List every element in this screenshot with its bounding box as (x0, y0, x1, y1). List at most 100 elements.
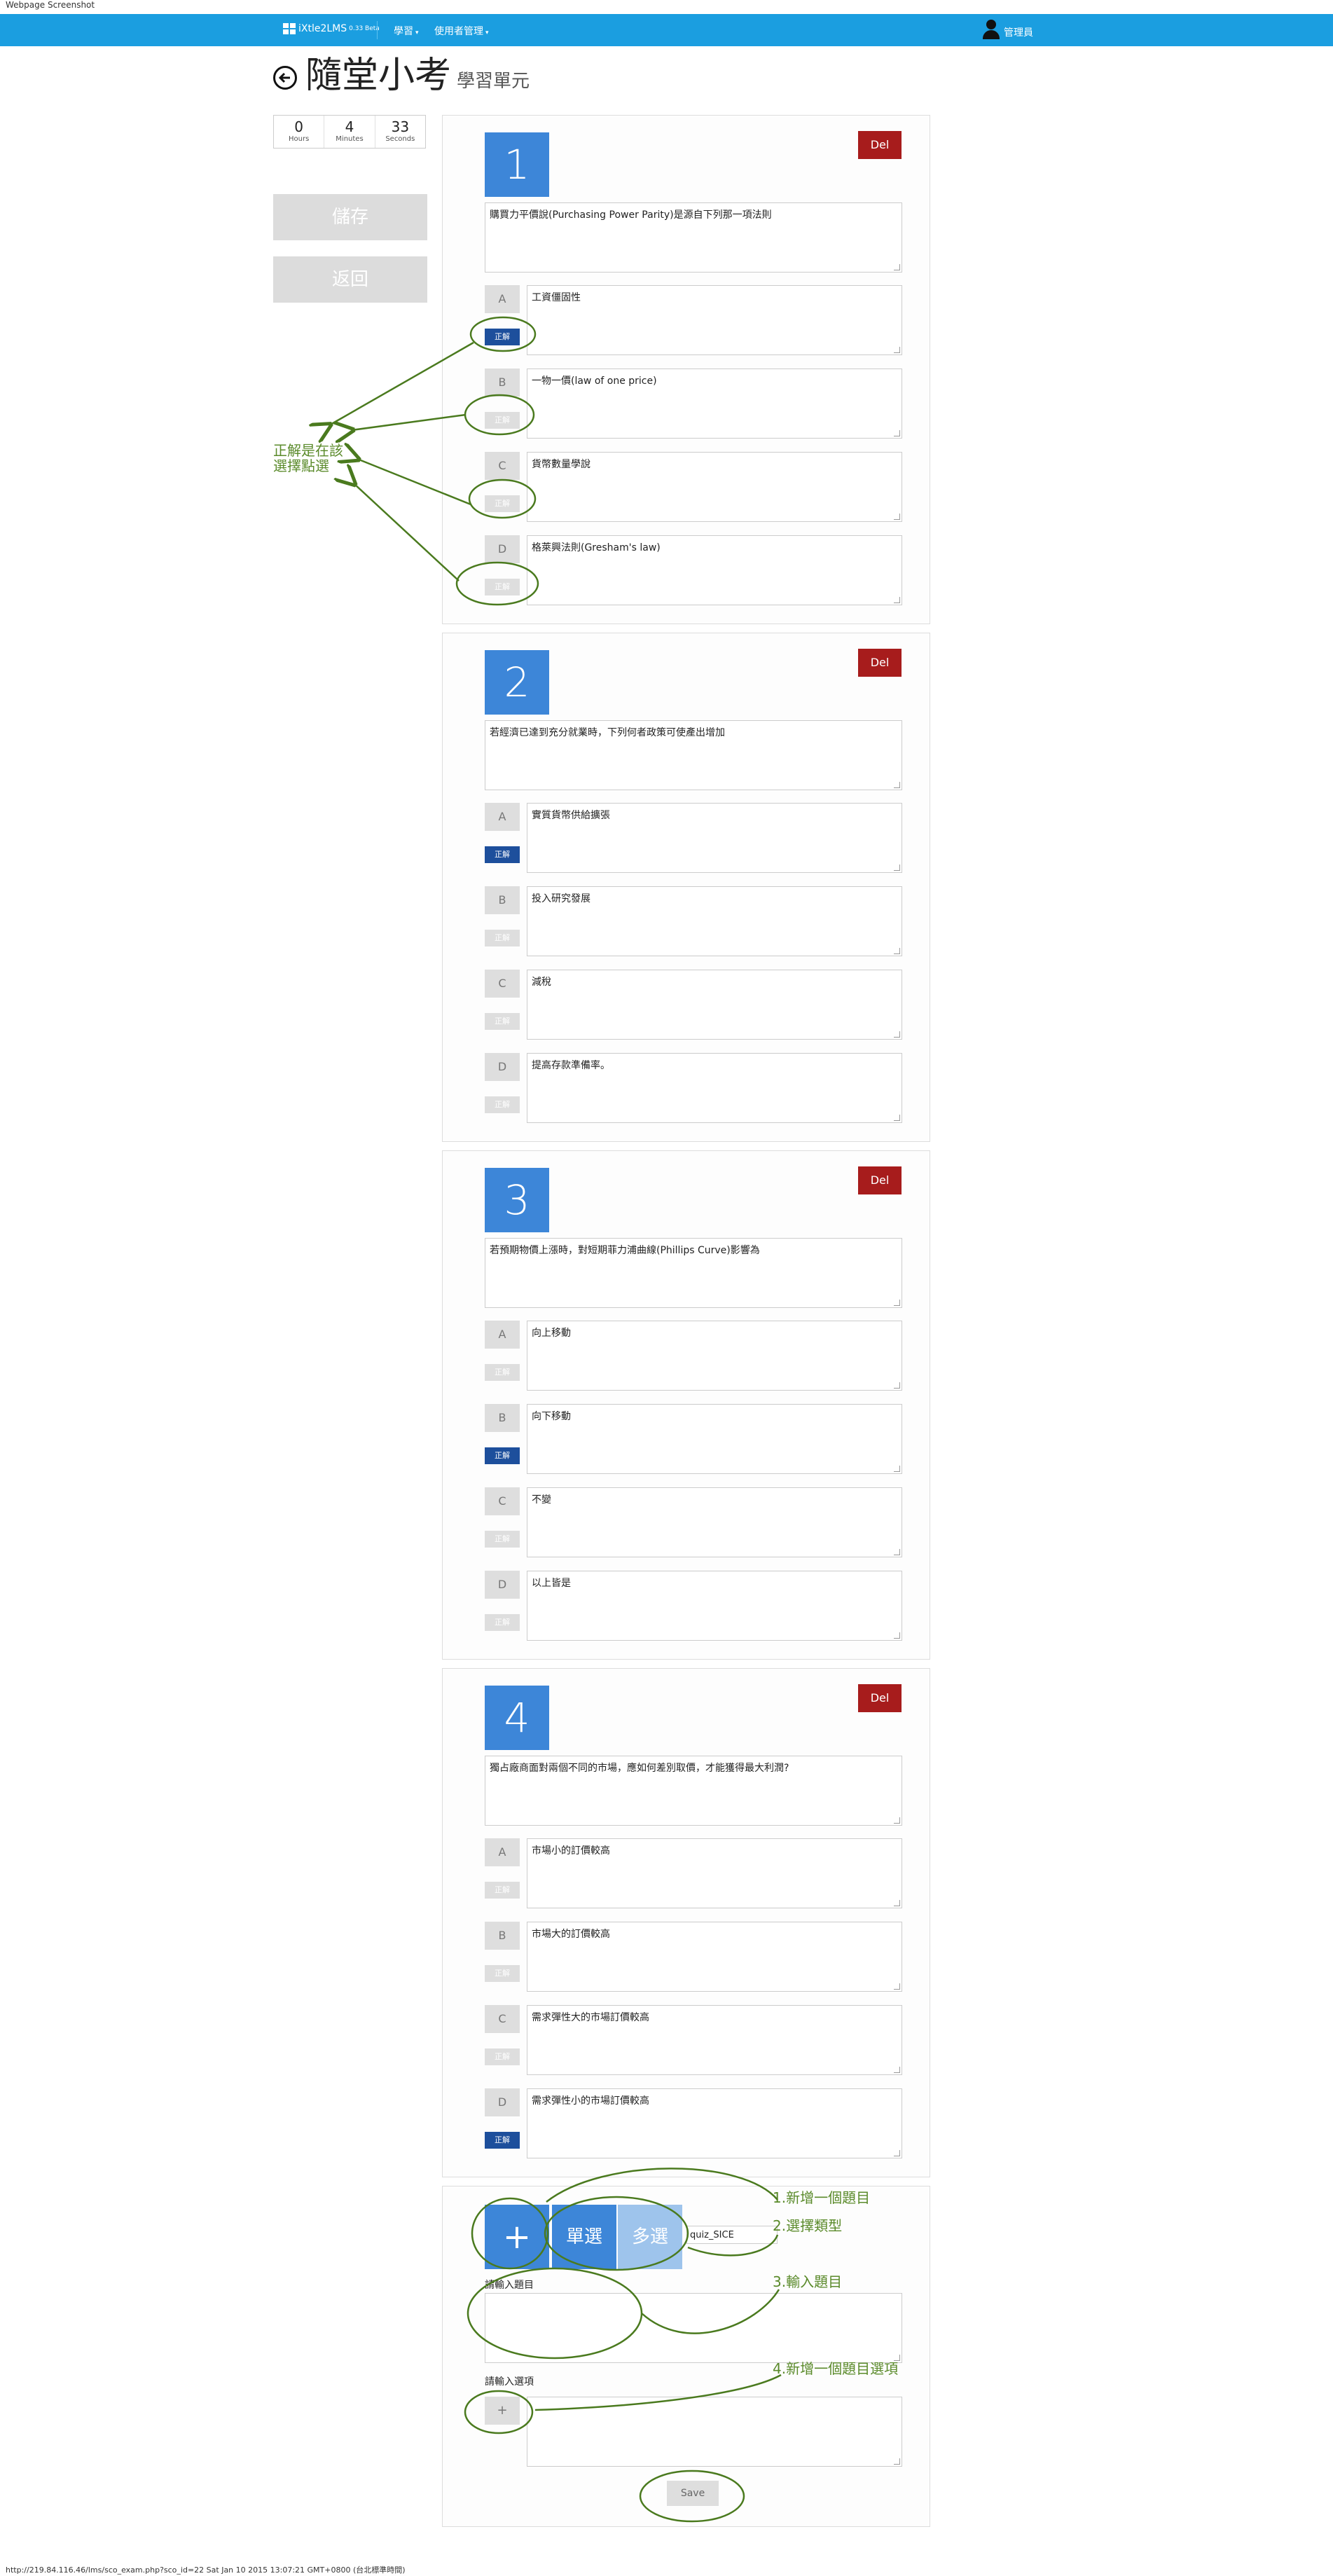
correct-answer-button[interactable]: 正解 (485, 846, 520, 863)
save-question-button[interactable]: Save (667, 2481, 719, 2506)
timer-hours: 0 Hours (274, 116, 325, 148)
resize-handle-icon[interactable] (894, 1382, 900, 1389)
annotation-step-1: 1.新增一個題目 (773, 2189, 871, 2206)
resize-handle-icon[interactable] (894, 1300, 900, 1306)
correct-answer-button[interactable]: 正解 (485, 1013, 520, 1030)
correct-answer-button[interactable]: 正解 (485, 329, 520, 345)
single-choice-button[interactable]: 單選 (552, 2205, 616, 2269)
back-arrow-icon[interactable] (273, 66, 297, 90)
correct-answer-button[interactable]: 正解 (485, 1364, 520, 1381)
resize-handle-icon[interactable] (894, 1632, 900, 1639)
option-text-area[interactable]: 提高存款準備率。 (527, 1053, 902, 1123)
question-text-area[interactable]: 若預期物價上漲時，對短期菲力浦曲線(Phillips Curve)影響為 (485, 1238, 902, 1308)
correct-answer-button[interactable]: 正解 (485, 1614, 520, 1631)
option-text-area[interactable]: 向上移動 (527, 1321, 902, 1391)
question-number: 4 (485, 1686, 549, 1750)
countdown-timer: 0 Hours 4 Minutes 33 Seconds (273, 115, 426, 149)
resize-handle-icon[interactable] (894, 1817, 900, 1824)
annotation-step-2: 2.選擇類型 (773, 2217, 843, 2234)
delete-question-button[interactable]: Del (858, 1684, 902, 1712)
option-row: B 正解 一物一價(law of one price) (485, 369, 902, 439)
resize-handle-icon[interactable] (894, 1115, 900, 1121)
correct-answer-button[interactable]: 正解 (485, 1531, 520, 1548)
back-button[interactable]: 返回 (273, 256, 427, 303)
question-text-area[interactable]: 購買力平價說(Purchasing Power Parity)是源自下列那一項法… (485, 202, 902, 273)
option-text-area[interactable]: 減稅 (527, 970, 902, 1040)
option-text-area[interactable]: 投入研究發展 (527, 886, 902, 956)
resize-handle-icon[interactable] (894, 1983, 900, 1990)
annotation-line: 正解是在該 (273, 442, 343, 459)
option-text-area[interactable]: 市場大的訂價較高 (527, 1922, 902, 1992)
add-question-button[interactable]: + (485, 2205, 549, 2269)
option-text-area[interactable]: 以上皆是 (527, 1571, 902, 1641)
quiz-name-input[interactable] (686, 2226, 778, 2244)
resize-handle-icon[interactable] (894, 430, 900, 436)
correct-answer-button[interactable]: 正解 (485, 1882, 520, 1899)
option-row: B 正解 向下移動 (485, 1404, 902, 1474)
option-text-area[interactable]: 格萊興法則(Gresham's law) (527, 535, 902, 605)
resize-handle-icon[interactable] (894, 264, 900, 270)
resize-handle-icon[interactable] (894, 948, 900, 954)
correct-answer-button[interactable]: 正解 (485, 930, 520, 946)
correct-answer-button[interactable]: 正解 (485, 1447, 520, 1464)
timer-hours-value: 0 (294, 118, 304, 135)
option-text-area[interactable]: 工資僵固性 (527, 285, 902, 355)
correct-answer-button[interactable]: 正解 (485, 412, 520, 429)
option-row: C 正解 不變 (485, 1487, 902, 1557)
resize-handle-icon[interactable] (894, 2458, 900, 2465)
correct-answer-button[interactable]: 正解 (485, 495, 520, 512)
nav-menu-learning[interactable]: 學習 ▾ (394, 24, 419, 38)
question-text: 若經濟已達到充分就業時，下列何者政策可使產出增加 (490, 727, 725, 738)
option-row: C 正解 需求彈性大的市場訂價較高 (485, 2005, 902, 2075)
resize-handle-icon[interactable] (894, 347, 900, 353)
correct-answer-button[interactable]: 正解 (485, 2048, 520, 2065)
question-text: 購買力平價說(Purchasing Power Parity)是源自下列那一項法… (490, 209, 772, 221)
option-text-area[interactable]: 一物一價(law of one price) (527, 369, 902, 439)
new-question-textarea[interactable] (485, 2293, 902, 2363)
option-text-area[interactable]: 需求彈性大的市場訂價較高 (527, 2005, 902, 2075)
question-text-area[interactable]: 若經濟已達到充分就業時，下列何者政策可使產出增加 (485, 720, 902, 790)
option-text-area[interactable]: 實質貨幣供給擴張 (527, 803, 902, 873)
option-text-area[interactable]: 不變 (527, 1487, 902, 1557)
resize-handle-icon[interactable] (894, 1031, 900, 1038)
save-button[interactable]: 儲存 (273, 194, 427, 240)
correct-answer-button[interactable]: 正解 (485, 2132, 520, 2149)
option-row: B 正解 投入研究發展 (485, 886, 902, 956)
brand[interactable]: iXtle2LMS 0.33 Beta (283, 23, 380, 34)
page-subtitle: 學習單元 (457, 71, 530, 92)
option-text-area[interactable]: 市場小的訂價較高 (527, 1838, 902, 1908)
question-text-area[interactable]: 獨占廠商面對兩個不同的市場，應如何差別取價，才能獲得最大利潤? (485, 1756, 902, 1826)
brand-logo-icon (283, 23, 296, 34)
question-panel: 2 Del 若經濟已達到充分就業時，下列何者政策可使產出增加 A 正解 實質貨幣… (442, 633, 930, 1142)
resize-handle-icon[interactable] (894, 1549, 900, 1555)
resize-handle-icon[interactable] (894, 865, 900, 871)
multiple-choice-button[interactable]: 多選 (618, 2205, 682, 2269)
correct-answer-button[interactable]: 正解 (485, 1096, 520, 1113)
delete-question-button[interactable]: Del (858, 649, 902, 677)
option-letter: B (485, 369, 520, 397)
option-letter: A (485, 285, 520, 313)
correct-answer-button[interactable]: 正解 (485, 1965, 520, 1982)
new-option-textarea[interactable] (527, 2397, 902, 2467)
option-text-area[interactable]: 需求彈性小的市場訂價較高 (527, 2088, 902, 2158)
resize-handle-icon[interactable] (894, 597, 900, 603)
add-option-button[interactable]: + (485, 2397, 520, 2425)
timer-seconds-label: Seconds (385, 135, 415, 143)
resize-handle-icon[interactable] (894, 782, 900, 788)
resize-handle-icon[interactable] (894, 1466, 900, 1472)
resize-handle-icon[interactable] (894, 514, 900, 520)
resize-handle-icon[interactable] (894, 1900, 900, 1906)
delete-question-button[interactable]: Del (858, 131, 902, 159)
option-text-area[interactable]: 貨幣數量學說 (527, 452, 902, 522)
nav-menu-user-management[interactable]: 使用者管理 ▾ (434, 24, 489, 38)
chevron-down-icon: ▾ (415, 29, 419, 36)
resize-handle-icon[interactable] (894, 2150, 900, 2156)
timer-seconds: 33 Seconds (375, 116, 425, 148)
user-menu[interactable]: 管理員 (981, 20, 1033, 39)
option-text-area[interactable]: 向下移動 (527, 1404, 902, 1474)
correct-answer-button[interactable]: 正解 (485, 579, 520, 595)
resize-handle-icon[interactable] (894, 2067, 900, 2073)
delete-question-button[interactable]: Del (858, 1166, 902, 1194)
question-panel: 1 Del 購買力平價說(Purchasing Power Parity)是源自… (442, 115, 930, 624)
page-title: 隨堂小考 (305, 55, 452, 97)
